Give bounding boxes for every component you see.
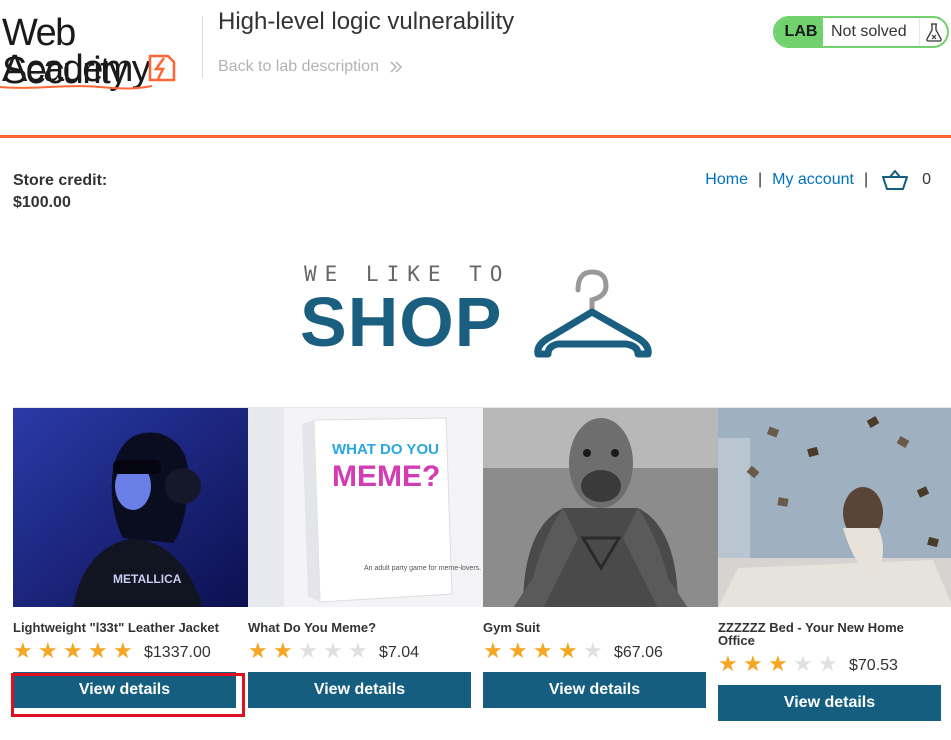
view-details-button[interactable]: View details	[248, 672, 471, 708]
lab-header: Web Security Academy High-level logic vu…	[0, 0, 951, 138]
star-filled-icon: ★	[743, 651, 763, 676]
logo-line2: Academy	[2, 48, 151, 90]
banner-title: SHOP	[300, 283, 503, 361]
star-filled-icon: ★	[533, 638, 553, 663]
logo-mark-icon	[148, 54, 176, 82]
star-filled-icon: ★	[113, 638, 133, 663]
star-empty-icon: ★	[818, 651, 838, 676]
product-rating-row: ★ ★ ★ ★ ★ $67.06	[483, 640, 718, 662]
shop-banner: WE LIKE TO SHOP	[300, 258, 660, 361]
star-rating: ★ ★ ★ ★ ★	[248, 640, 373, 662]
star-filled-icon: ★	[483, 638, 503, 663]
product-image-zzzzzz-bed	[718, 407, 951, 607]
star-empty-icon: ★	[323, 638, 343, 663]
nav-separator: |	[863, 171, 869, 188]
header-divider	[202, 16, 203, 78]
view-details-button[interactable]: View details	[718, 685, 941, 721]
star-filled-icon: ★	[248, 638, 268, 663]
meme-box-tagline: An adult party game for meme-lovers.	[364, 565, 481, 572]
star-filled-icon: ★	[63, 638, 83, 663]
back-link-label: Back to lab description	[218, 58, 379, 75]
star-empty-icon: ★	[583, 638, 603, 663]
product-rating-row: ★ ★ ★ ★ ★ $7.04	[248, 640, 483, 662]
product-price: $67.06	[614, 644, 663, 661]
star-rating: ★ ★ ★ ★ ★	[13, 640, 138, 662]
star-empty-icon: ★	[348, 638, 368, 663]
star-rating: ★ ★ ★ ★ ★	[718, 653, 843, 675]
meme-box-line2: MEME?	[332, 460, 440, 493]
hanger-icon	[534, 269, 652, 358]
store-credit-value: $100.00	[13, 194, 71, 211]
view-details-button[interactable]: View details	[483, 672, 706, 708]
double-chevron-right-icon	[390, 61, 403, 73]
store-credit: Store credit: $100.00	[13, 170, 107, 214]
star-rating: ★ ★ ★ ★ ★	[483, 640, 608, 662]
product-name: Lightweight "l33t" Leather Jacket	[13, 620, 219, 635]
highlight-box	[11, 673, 245, 717]
nav-my-account-link[interactable]: My account	[772, 171, 854, 189]
top-navigation: Home | My account | 0	[705, 170, 931, 190]
product-card: WHAT DO YOU MEME? An adult party game fo…	[248, 407, 483, 708]
star-empty-icon: ★	[298, 638, 318, 663]
star-empty-icon: ★	[793, 651, 813, 676]
lab-status-text: Not solved	[831, 23, 907, 40]
flask-icon	[919, 18, 947, 46]
product-price: $70.53	[849, 657, 898, 674]
product-name: What Do You Meme?	[248, 620, 377, 635]
product-image-gym-suit	[483, 407, 718, 607]
jacket-shirt-text: METALLICA	[113, 572, 182, 586]
product-card: ZZZZZZ Bed - Your New Home Office ★ ★ ★ ★ ★ …	[718, 407, 951, 721]
back-to-lab-description-link[interactable]: Back to lab description	[218, 58, 403, 76]
product-price: $1337.00	[144, 644, 211, 661]
lab-title: High-level logic vulnerability	[218, 8, 515, 35]
product-rating-row: ★ ★ ★ ★ ★ $1337.00	[13, 640, 248, 662]
product-image-what-do-you-meme: WHAT DO YOU MEME? An adult party game fo…	[248, 407, 483, 607]
star-filled-icon: ★	[273, 638, 293, 663]
web-security-academy-logo[interactable]: Web Security Academy	[0, 10, 200, 90]
cart-icon[interactable]	[882, 170, 909, 190]
star-filled-icon: ★	[718, 651, 738, 676]
meme-box-line1: WHAT DO YOU	[332, 441, 439, 458]
lab-badge: LAB	[775, 18, 823, 46]
product-card: METALLICA Lightweight "l33t" Leather Jac…	[13, 407, 248, 708]
lab-status-widget: LAB Not solved	[773, 16, 949, 48]
logo-underline	[0, 85, 152, 90]
nav-home-link[interactable]: Home	[705, 171, 748, 189]
product-rating-row: ★ ★ ★ ★ ★ $70.53	[718, 653, 951, 675]
star-filled-icon: ★	[13, 638, 33, 663]
product-price: $7.04	[379, 644, 420, 661]
product-name: Gym Suit	[483, 620, 541, 635]
product-card: Gym Suit ★ ★ ★ ★ ★ $67.06 View details	[483, 407, 718, 708]
star-filled-icon: ★	[88, 638, 108, 663]
product-image-leather-jacket: METALLICA	[13, 407, 248, 607]
nav-separator: |	[757, 171, 763, 188]
star-filled-icon: ★	[38, 638, 58, 663]
star-filled-icon: ★	[558, 638, 578, 663]
star-filled-icon: ★	[508, 638, 528, 663]
cart-count: 0	[922, 171, 931, 188]
store-credit-label: Store credit:	[13, 172, 108, 189]
product-name: ZZZZZZ Bed - Your New Home Office	[718, 620, 904, 648]
star-filled-icon: ★	[768, 651, 788, 676]
